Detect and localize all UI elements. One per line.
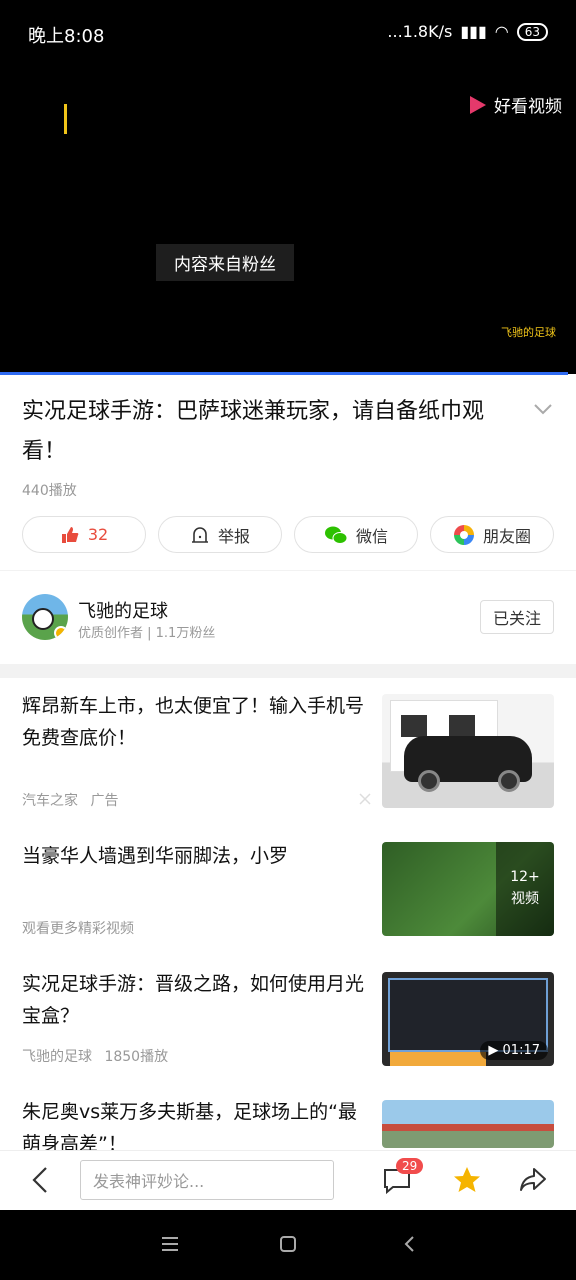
window-shape <box>449 715 475 737</box>
like-button[interactable]: 32 <box>22 516 146 553</box>
moments-share-button[interactable]: 朋友圈 <box>430 516 554 553</box>
author-name[interactable]: 飞驰的足球 <box>78 597 168 623</box>
close-icon[interactable] <box>358 792 372 806</box>
duration-badge: ▶ 01:17 <box>480 1041 548 1060</box>
action-row: 32 举报 微信 朋友圈 <box>22 516 554 553</box>
author-meta: 优质创作者 | 1.1万粉丝 <box>78 626 216 641</box>
item-source-name: 飞驰的足球 <box>22 1049 92 1065</box>
video-caption: 内容来自粉丝 <box>156 244 294 281</box>
brand-logo: 好看视频 <box>468 92 562 117</box>
item-source-name: 汽车之家 <box>22 793 78 809</box>
ad-tag: 广告 <box>90 793 119 809</box>
moments-icon <box>453 524 474 545</box>
avatar[interactable] <box>22 594 68 640</box>
menu-icon[interactable] <box>160 1234 180 1254</box>
comment-input[interactable]: 发表神评妙论... <box>80 1160 334 1200</box>
signal-icon: ▮▮▮ <box>460 22 487 41</box>
item-source: 观看更多精彩视频 <box>22 921 134 937</box>
report-label: 举报 <box>217 526 250 546</box>
back-icon[interactable] <box>400 1234 420 1254</box>
wechat-label: 微信 <box>355 526 388 546</box>
list-item[interactable]: 当豪华人墙遇到华丽脚法，小罗 观看更多精彩视频 12+ 视频 <box>22 838 554 938</box>
thumbs-up-icon <box>61 526 79 543</box>
report-button[interactable]: 举报 <box>158 516 282 553</box>
bottom-bar: 发表神评妙论... 29 <box>0 1150 576 1208</box>
list-item[interactable]: 辉昂新车上市，也太便宜了！输入手机号免费查底价！ 汽车之家 广告 <box>22 690 554 810</box>
item-thumbnail[interactable] <box>382 694 554 808</box>
list-item[interactable]: 实况足球手游：晋级之路，如何使用月光宝盒？ 飞驰的足球 1850播放 ▶ 01:… <box>22 966 554 1066</box>
duration-text: 01:17 <box>502 1043 540 1058</box>
follow-button[interactable]: 已关注 <box>480 600 554 634</box>
item-title: 朱尼奥vs莱万多夫斯基，足球场上的“最萌身高差”！ <box>22 1101 357 1150</box>
video-progress[interactable] <box>0 372 568 375</box>
status-icons: ...1.8K/s ▮▮▮ ◠ 63 <box>387 22 548 41</box>
item-title: 实况足球手游：晋级之路，如何使用月光宝盒？ <box>22 973 365 1027</box>
share-icon[interactable] <box>518 1165 548 1195</box>
wechat-share-button[interactable]: 微信 <box>294 516 418 553</box>
network-speed: ...1.8K/s <box>387 22 453 41</box>
item-plays: 1850播放 <box>104 1049 169 1065</box>
wheel-shape <box>418 770 440 792</box>
item-thumbnail[interactable]: ▶ 01:17 <box>382 972 554 1066</box>
list-item[interactable]: 朱尼奥vs莱万多夫斯基，足球场上的“最萌身高差”！ <box>22 1094 554 1150</box>
video-player[interactable]: 好看视频 内容来自粉丝 飞驰的足球 <box>0 68 576 374</box>
report-icon <box>191 526 208 543</box>
item-source: 飞驰的足球 1850播放 <box>22 1046 168 1066</box>
wechat-icon <box>324 526 348 544</box>
play-count: 440播放 <box>22 483 77 499</box>
banner-shape <box>390 1052 486 1066</box>
section-divider <box>0 664 576 678</box>
item-title: 当豪华人墙遇到华丽脚法，小罗 <box>22 845 289 867</box>
verified-badge-icon <box>54 626 68 640</box>
soccer-ball-icon <box>32 608 54 630</box>
status-bar: 晚上8:08 ...1.8K/s ▮▮▮ ◠ 63 <box>0 0 576 68</box>
moments-label: 朋友圈 <box>482 526 531 546</box>
item-title: 辉昂新车上市，也太便宜了！输入手机号免费查底价！ <box>22 695 365 749</box>
item-thumbnail[interactable] <box>382 1100 554 1148</box>
play-logo-icon <box>470 95 486 114</box>
more-videos-overlay: 12+ 视频 <box>496 842 554 936</box>
status-time: 晚上8:08 <box>28 26 105 47</box>
brand-name: 好看视频 <box>494 97 562 117</box>
author-row[interactable]: 飞驰的足球 优质创作者 | 1.1万粉丝 已关注 <box>22 594 554 644</box>
cursor-mark <box>64 104 67 134</box>
window-shape <box>401 715 427 737</box>
video-watermark: 飞驰的足球 <box>501 326 556 339</box>
chevron-down-icon[interactable] <box>532 398 554 420</box>
system-nav-bar <box>0 1210 576 1280</box>
item-thumbnail[interactable]: 12+ 视频 <box>382 842 554 936</box>
back-arrow-icon[interactable] <box>28 1165 52 1195</box>
home-icon[interactable] <box>278 1234 298 1254</box>
article-title: 实况足球手游：巴萨球迷兼玩家，请自备纸巾观看！ <box>22 399 485 464</box>
like-count: 32 <box>87 525 109 544</box>
divider <box>0 570 576 571</box>
item-source: 汽车之家 广告 <box>22 790 118 810</box>
wheel-shape <box>498 770 520 792</box>
star-icon[interactable] <box>452 1165 482 1195</box>
battery-icon: 63 <box>516 22 548 41</box>
wifi-icon: ◠ <box>494 22 509 41</box>
comment-count-badge: 29 <box>396 1158 424 1174</box>
